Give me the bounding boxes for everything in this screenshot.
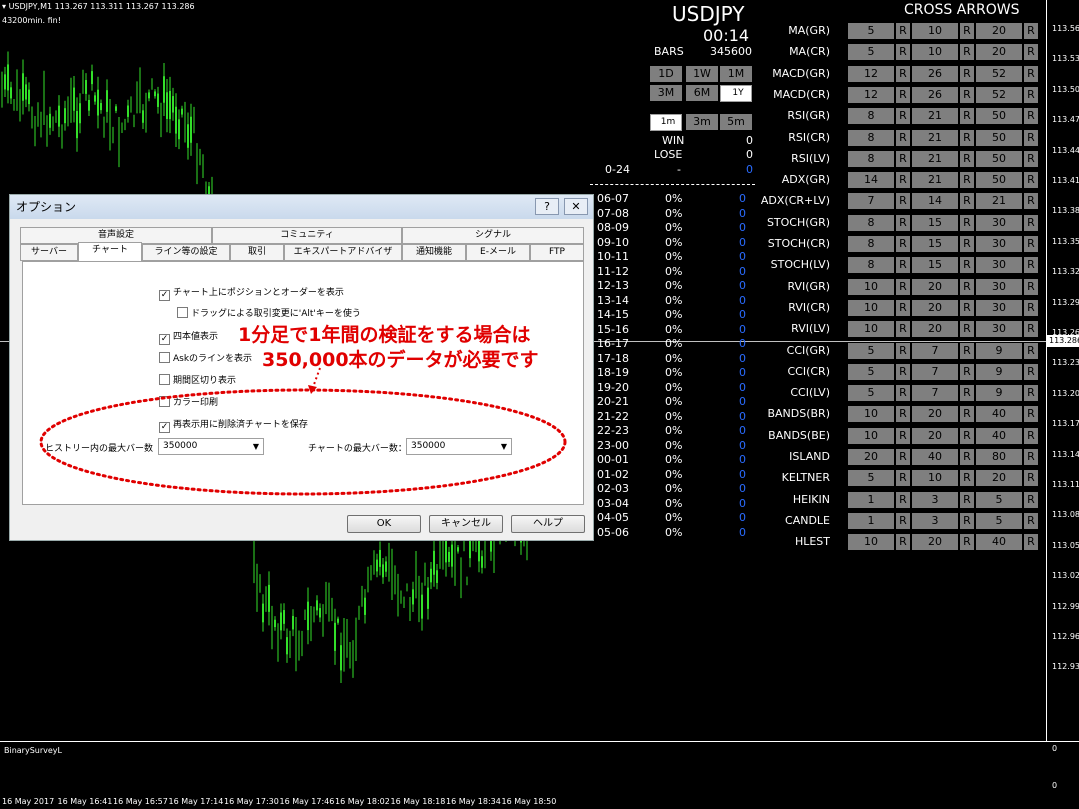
- annotation-line1: 1分足で1年間の検証をする場合は: [238, 324, 531, 346]
- annotation-line2: 350,000本のデータが必要です: [262, 349, 539, 371]
- highlight-ellipse: [39, 388, 567, 496]
- annotation-overlay: [39, 367, 567, 496]
